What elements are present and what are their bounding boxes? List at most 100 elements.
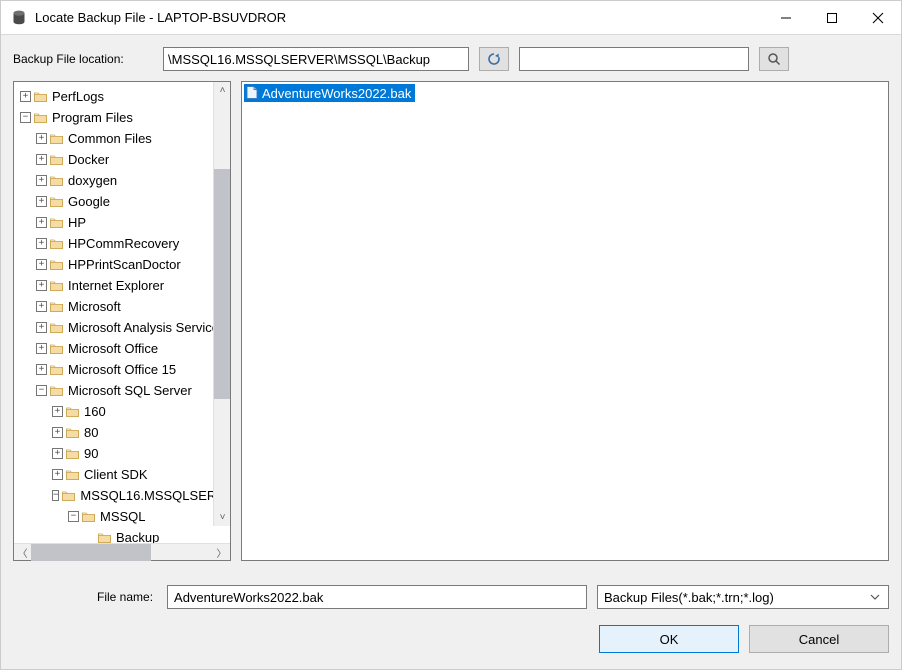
tree-node[interactable]: Backup xyxy=(14,527,230,543)
scroll-down-arrow[interactable]: ˅ xyxy=(214,509,230,526)
folder-icon xyxy=(34,91,48,103)
file-item[interactable]: AdventureWorks2022.bak xyxy=(244,84,415,102)
tree-expander-icon[interactable] xyxy=(36,343,47,354)
tree-node[interactable]: doxygen xyxy=(14,170,230,191)
folder-icon xyxy=(62,490,76,502)
tree-node[interactable]: Common Files xyxy=(14,128,230,149)
vertical-scroll-thumb[interactable] xyxy=(214,169,230,399)
filetype-select[interactable]: Backup Files(*.bak;*.trn;*.log) xyxy=(597,585,889,609)
tree-expander-icon[interactable] xyxy=(20,91,31,102)
tree-node-label: PerfLogs xyxy=(52,89,104,104)
tree-expander-icon[interactable] xyxy=(36,217,47,228)
folder-icon xyxy=(50,364,64,376)
tree-node[interactable]: Microsoft xyxy=(14,296,230,317)
tree-node[interactable]: 90 xyxy=(14,443,230,464)
tree-expander-icon[interactable] xyxy=(36,322,47,333)
search-button[interactable] xyxy=(759,47,789,71)
filename-label: File name: xyxy=(97,590,153,604)
main-area: PerfLogs Program FilesCommon Files Docker d… xyxy=(1,81,901,575)
tree-node[interactable]: Docker xyxy=(14,149,230,170)
tree-expander-icon[interactable] xyxy=(68,511,79,522)
tree-node[interactable]: Microsoft Office xyxy=(14,338,230,359)
tree-horizontal-scrollbar[interactable]: 〈 〉 xyxy=(14,543,230,560)
tree-node[interactable]: HPCommRecovery xyxy=(14,233,230,254)
tree-expander-icon[interactable] xyxy=(36,301,47,312)
tree-expander-icon[interactable] xyxy=(20,112,31,123)
tree-node-label: doxygen xyxy=(68,173,117,188)
dialog-window: Locate Backup File - LAPTOP-BSUVDROR Bac… xyxy=(0,0,902,670)
tree-node[interactable]: PerfLogs xyxy=(14,86,230,107)
folder-icon xyxy=(50,343,64,355)
tree-expander-icon[interactable] xyxy=(52,469,63,480)
tree-node[interactable]: Microsoft Office 15 xyxy=(14,359,230,380)
title-bar: Locate Backup File - LAPTOP-BSUVDROR xyxy=(1,1,901,35)
refresh-button[interactable] xyxy=(479,47,509,71)
file-item-label: AdventureWorks2022.bak xyxy=(262,86,411,101)
location-path-input[interactable] xyxy=(163,47,469,71)
tree-node-label: HPPrintScanDoctor xyxy=(68,257,181,272)
scroll-up-arrow[interactable]: ˄ xyxy=(214,82,230,99)
close-button[interactable] xyxy=(855,1,901,35)
tree-expander-icon[interactable] xyxy=(52,448,63,459)
filename-input[interactable] xyxy=(167,585,587,609)
scroll-left-arrow[interactable]: 〈 xyxy=(14,544,31,561)
tree-vertical-scrollbar[interactable]: ˄ ˅ xyxy=(213,82,230,526)
minimize-button[interactable] xyxy=(763,1,809,35)
scroll-right-arrow[interactable]: 〉 xyxy=(213,544,230,561)
folder-icon xyxy=(50,301,64,313)
tree-expander-icon[interactable] xyxy=(36,385,47,396)
folder-icon xyxy=(50,238,64,250)
folder-icon xyxy=(50,196,64,208)
folder-icon xyxy=(50,259,64,271)
folder-tree: PerfLogs Program FilesCommon Files Docker d… xyxy=(14,82,230,543)
tree-node-label: Backup xyxy=(116,530,159,543)
folder-tree-scroll[interactable]: PerfLogs Program FilesCommon Files Docker d… xyxy=(14,82,230,543)
location-bar: Backup File location: xyxy=(1,35,901,81)
tree-expander-icon[interactable] xyxy=(36,238,47,249)
folder-icon xyxy=(34,112,48,124)
tree-expander-icon[interactable] xyxy=(36,175,47,186)
ok-button[interactable]: OK xyxy=(599,625,739,653)
folder-icon xyxy=(50,154,64,166)
maximize-button[interactable] xyxy=(809,1,855,35)
database-icon xyxy=(11,10,27,26)
tree-node-label: Internet Explorer xyxy=(68,278,164,293)
tree-expander-icon[interactable] xyxy=(36,259,47,270)
tree-node[interactable]: Client SDK xyxy=(14,464,230,485)
horizontal-scroll-thumb[interactable] xyxy=(31,544,151,561)
tree-node[interactable]: MSSQL16.MSSQLSERVER xyxy=(14,485,230,506)
tree-node[interactable]: MSSQL xyxy=(14,506,230,527)
refresh-icon xyxy=(487,52,501,66)
tree-node[interactable]: Microsoft SQL Server xyxy=(14,380,230,401)
tree-node-label: 90 xyxy=(84,446,98,461)
tree-expander-icon[interactable] xyxy=(36,154,47,165)
tree-node-label: Microsoft xyxy=(68,299,121,314)
folder-icon xyxy=(50,133,64,145)
tree-node[interactable]: Google xyxy=(14,191,230,212)
tree-node-label: Microsoft Analysis Services xyxy=(68,320,226,335)
tree-node[interactable]: HP xyxy=(14,212,230,233)
file-list: AdventureWorks2022.bak xyxy=(242,82,888,105)
tree-node[interactable]: HPPrintScanDoctor xyxy=(14,254,230,275)
file-list-panel: AdventureWorks2022.bak xyxy=(241,81,889,561)
tree-expander-icon[interactable] xyxy=(52,490,59,501)
tree-node[interactable]: Program Files xyxy=(14,107,230,128)
tree-expander-icon[interactable] xyxy=(36,133,47,144)
location-label: Backup File location: xyxy=(13,52,153,66)
folder-icon xyxy=(50,175,64,187)
tree-node[interactable]: Internet Explorer xyxy=(14,275,230,296)
search-input[interactable] xyxy=(519,47,749,71)
tree-node[interactable]: 160 xyxy=(14,401,230,422)
tree-node[interactable]: Microsoft Analysis Services xyxy=(14,317,230,338)
tree-node[interactable]: 80 xyxy=(14,422,230,443)
tree-expander-icon[interactable] xyxy=(36,364,47,375)
tree-node-label: Docker xyxy=(68,152,109,167)
tree-expander-icon[interactable] xyxy=(36,196,47,207)
cancel-button[interactable]: Cancel xyxy=(749,625,889,653)
tree-node-label: HP xyxy=(68,215,86,230)
tree-node-label: HPCommRecovery xyxy=(68,236,179,251)
tree-expander-icon[interactable] xyxy=(52,406,63,417)
tree-node-label: Google xyxy=(68,194,110,209)
tree-expander-icon[interactable] xyxy=(52,427,63,438)
tree-expander-icon[interactable] xyxy=(36,280,47,291)
